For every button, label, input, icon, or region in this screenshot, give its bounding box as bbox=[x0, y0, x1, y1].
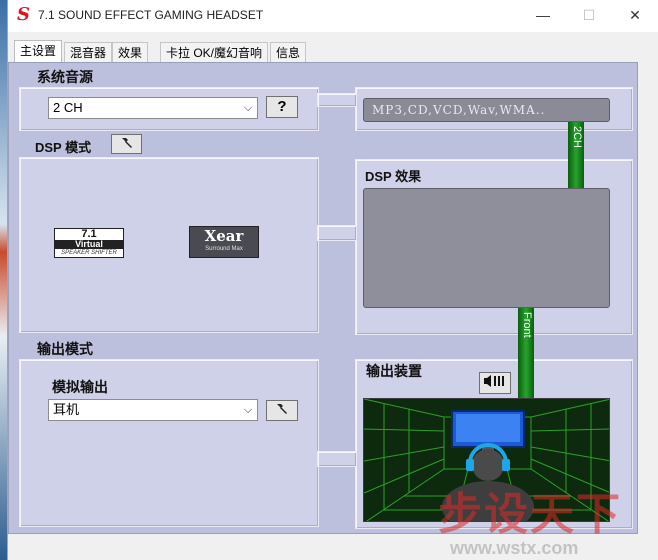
output-mode-select[interactable]: 耳机 ⌵ bbox=[48, 399, 258, 421]
system-source-value: 2 CH bbox=[53, 100, 83, 115]
dsp-mode-label: DSP 模式 bbox=[35, 140, 92, 155]
output-mode-label: 输出模式 bbox=[37, 341, 93, 357]
system-source-label: 系统音源 bbox=[37, 69, 93, 85]
app-logo-icon: S bbox=[17, 4, 30, 25]
dsp-effect-screen bbox=[363, 188, 610, 308]
xear-title: Xear bbox=[204, 227, 244, 245]
chevron-down-icon: ⌵ bbox=[243, 102, 253, 114]
signal-link-2ch-label: 2CH bbox=[571, 126, 583, 149]
xear-caption: Surround Max bbox=[205, 246, 243, 252]
signal-link-front-label: Front bbox=[521, 312, 533, 338]
tab-mixer[interactable]: 混音器 bbox=[64, 42, 113, 63]
speaker-test-button[interactable] bbox=[479, 372, 511, 394]
tab-effects[interactable]: 效果 bbox=[112, 42, 149, 63]
hammer-icon bbox=[277, 404, 287, 414]
output-settings-button[interactable] bbox=[266, 400, 298, 421]
system-source-select[interactable]: 2 CH ⌵ bbox=[48, 97, 258, 119]
xear-toggle[interactable]: Xear Surround Max bbox=[189, 226, 259, 258]
signal-link-2ch: 2CH bbox=[568, 122, 584, 188]
analog-output-label: 模拟输出 bbox=[52, 379, 108, 395]
format-display: MP3,CD,VCD,Wav,WMA.. bbox=[363, 98, 610, 122]
tab-info[interactable]: 信息 bbox=[270, 42, 307, 63]
help-button[interactable]: ? bbox=[266, 96, 298, 118]
speaker-volume-icon bbox=[484, 375, 504, 387]
virtual-71-toggle[interactable]: 7.1 Virtual SPEAKER SHIFTER bbox=[54, 228, 124, 258]
tab-main-settings[interactable]: 主设置 bbox=[14, 40, 63, 64]
signal-link-front: Front bbox=[518, 308, 534, 398]
output-mode-value: 耳机 bbox=[53, 402, 80, 417]
chevron-down-icon: ⌵ bbox=[243, 404, 253, 416]
hammer-icon bbox=[121, 138, 132, 148]
watermark-url: www.wstx.com bbox=[450, 538, 579, 558]
virtual-71-subtitle: Virtual bbox=[55, 240, 123, 249]
connector bbox=[317, 225, 357, 241]
title-bar[interactable]: S 7.1 SOUND EFFECT GAMING HEADSET — ☐ ✕ bbox=[8, 0, 658, 32]
watermark-text: 步设天下 bbox=[438, 489, 622, 540]
connector bbox=[317, 93, 357, 107]
window-title: 7.1 SOUND EFFECT GAMING HEADSET bbox=[38, 8, 264, 22]
minimize-button[interactable]: — bbox=[520, 0, 566, 32]
tab-karaoke[interactable]: 卡拉 OK/魔幻音响 bbox=[160, 42, 269, 63]
connector bbox=[317, 451, 357, 467]
virtual-71-caption: SPEAKER SHIFTER bbox=[55, 249, 123, 257]
dsp-effect-label: DSP 效果 bbox=[365, 169, 422, 184]
maximize-button[interactable]: ☐ bbox=[566, 0, 612, 32]
close-button[interactable]: ✕ bbox=[612, 0, 658, 32]
dsp-mode-settings-button[interactable] bbox=[111, 134, 142, 154]
tab-strip: 主设置 混音器 效果 卡拉 OK/魔幻音响 信息 bbox=[8, 40, 658, 64]
output-device-label: 输出装置 bbox=[366, 363, 422, 379]
